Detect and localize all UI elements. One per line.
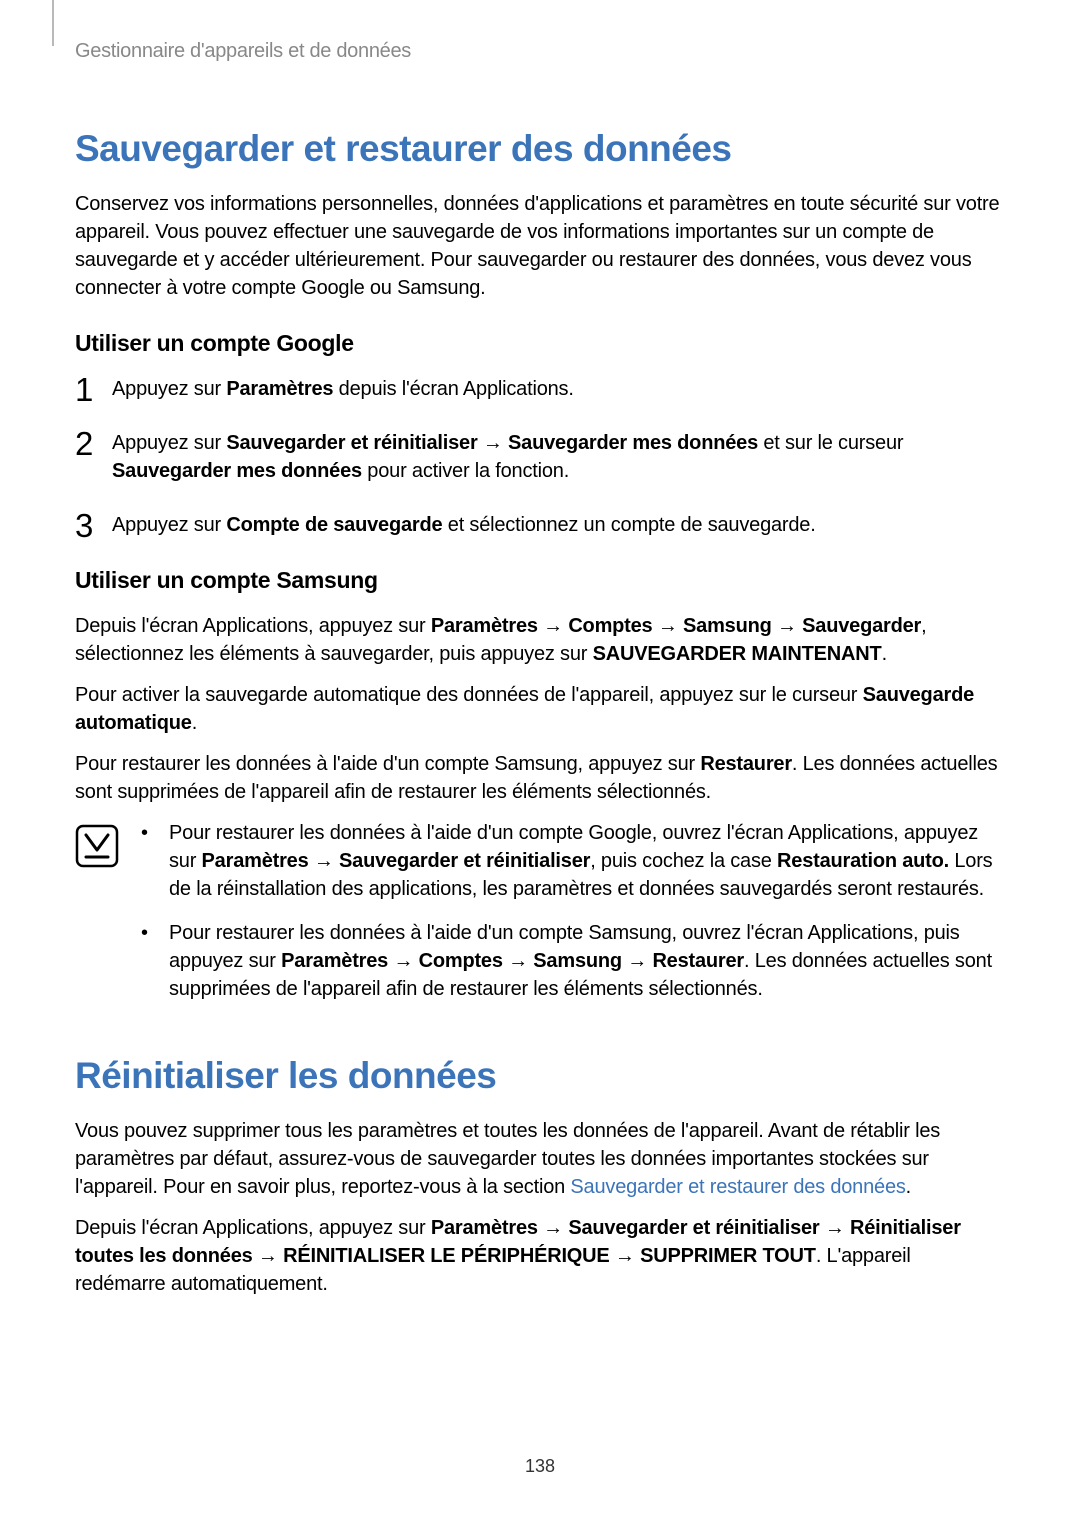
text: depuis l'écran Applications.	[333, 378, 573, 400]
bold-text: Sauvegarder et réinitialiser	[226, 432, 477, 454]
reset-p1: Vous pouvez supprimer tous les paramètre…	[75, 1117, 1005, 1201]
arrow-icon: →	[503, 950, 534, 972]
link-backup-restore[interactable]: Sauvegarder et restaurer des données	[570, 1176, 905, 1198]
bold-text: SUPPRIMER TOUT	[640, 1245, 816, 1267]
steps-google: Appuyez sur Paramètres depuis l'écran Ap…	[75, 375, 1005, 539]
bold-text: Restauration auto.	[777, 850, 949, 872]
bold-text: Sauvegarder mes données	[112, 460, 362, 482]
samsung-p1: Depuis l'écran Applications, appuyez sur…	[75, 612, 1005, 668]
text: .	[192, 712, 197, 734]
text: .	[906, 1176, 911, 1198]
arrow-icon: →	[610, 1245, 641, 1267]
breadcrumb: Gestionnaire d'appareils et de données	[75, 40, 1005, 63]
step-2: Appuyez sur Sauvegarder et réinitialiser…	[75, 429, 1005, 485]
note-item-samsung: Pour restaurer les données à l'aide d'un…	[139, 919, 1005, 1003]
bold-text: Comptes	[568, 615, 652, 637]
text: .	[882, 643, 887, 665]
step-1: Appuyez sur Paramètres depuis l'écran Ap…	[75, 375, 1005, 403]
bold-text: Sauvegarder mes données	[508, 432, 758, 454]
text: Appuyez sur	[112, 432, 226, 454]
intro-paragraph: Conservez vos informations personnelles,…	[75, 190, 1005, 302]
bold-text: Comptes	[419, 950, 503, 972]
arrow-icon: →	[253, 1245, 284, 1267]
arrow-icon: →	[309, 850, 340, 872]
arrow-icon: →	[538, 1217, 569, 1239]
bold-text: Restaurer	[700, 753, 792, 775]
bold-text: Restaurer	[652, 950, 744, 972]
bold-text: Samsung	[683, 615, 772, 637]
arrow-icon: →	[478, 432, 509, 454]
document-page: Gestionnaire d'appareils et de données S…	[0, 0, 1080, 1527]
heading-backup-restore: Sauvegarder et restaurer des données	[75, 128, 1005, 170]
bold-text: SAUVEGARDER MAINTENANT	[593, 643, 882, 665]
text: et sélectionnez un compte de sauvegarde.	[442, 514, 815, 536]
samsung-p3: Pour restaurer les données à l'aide d'un…	[75, 750, 1005, 806]
arrow-icon: →	[538, 615, 569, 637]
arrow-icon: →	[652, 615, 683, 637]
text: Pour restaurer les données à l'aide d'un…	[75, 753, 700, 775]
bold-text: Sauvegarder et réinitialiser	[568, 1217, 819, 1239]
bold-text: Compte de sauvegarde	[226, 514, 442, 536]
bold-text: Sauvegarder	[802, 615, 921, 637]
margin-marker	[52, 0, 54, 46]
bold-text: Paramètres	[431, 615, 538, 637]
arrow-icon: →	[772, 615, 803, 637]
note-box: Pour restaurer les données à l'aide d'un…	[75, 819, 1005, 1019]
text: Depuis l'écran Applications, appuyez sur	[75, 615, 431, 637]
step-3: Appuyez sur Compte de sauvegarde et séle…	[75, 511, 1005, 539]
text: pour activer la fonction.	[362, 460, 569, 482]
bold-text: Paramètres	[202, 850, 309, 872]
samsung-p2: Pour activer la sauvegarde automatique d…	[75, 681, 1005, 737]
page-number: 138	[0, 1456, 1080, 1477]
text: et sur le curseur	[758, 432, 903, 454]
arrow-icon: →	[388, 950, 419, 972]
note-content: Pour restaurer les données à l'aide d'un…	[139, 819, 1005, 1019]
text: , puis cochez la case	[590, 850, 777, 872]
bold-text: Paramètres	[226, 378, 333, 400]
note-item-google: Pour restaurer les données à l'aide d'un…	[139, 819, 1005, 903]
heading-reset-data: Réinitialiser les données	[75, 1055, 1005, 1097]
arrow-icon: →	[622, 950, 653, 972]
note-icon	[75, 824, 119, 873]
reset-p2: Depuis l'écran Applications, appuyez sur…	[75, 1214, 1005, 1298]
text: Depuis l'écran Applications, appuyez sur	[75, 1217, 431, 1239]
bold-text: RÉINITIALISER LE PÉRIPHÉRIQUE	[283, 1245, 609, 1267]
bold-text: Paramètres	[281, 950, 388, 972]
text: Pour activer la sauvegarde automatique d…	[75, 684, 863, 706]
arrow-icon: →	[820, 1217, 851, 1239]
bold-text: Samsung	[533, 950, 622, 972]
bold-text: Paramètres	[431, 1217, 538, 1239]
bold-text: Sauvegarder et réinitialiser	[339, 850, 590, 872]
text: Appuyez sur	[112, 378, 226, 400]
subheading-samsung-account: Utiliser un compte Samsung	[75, 567, 1005, 594]
text: Appuyez sur	[112, 514, 226, 536]
subheading-google-account: Utiliser un compte Google	[75, 330, 1005, 357]
